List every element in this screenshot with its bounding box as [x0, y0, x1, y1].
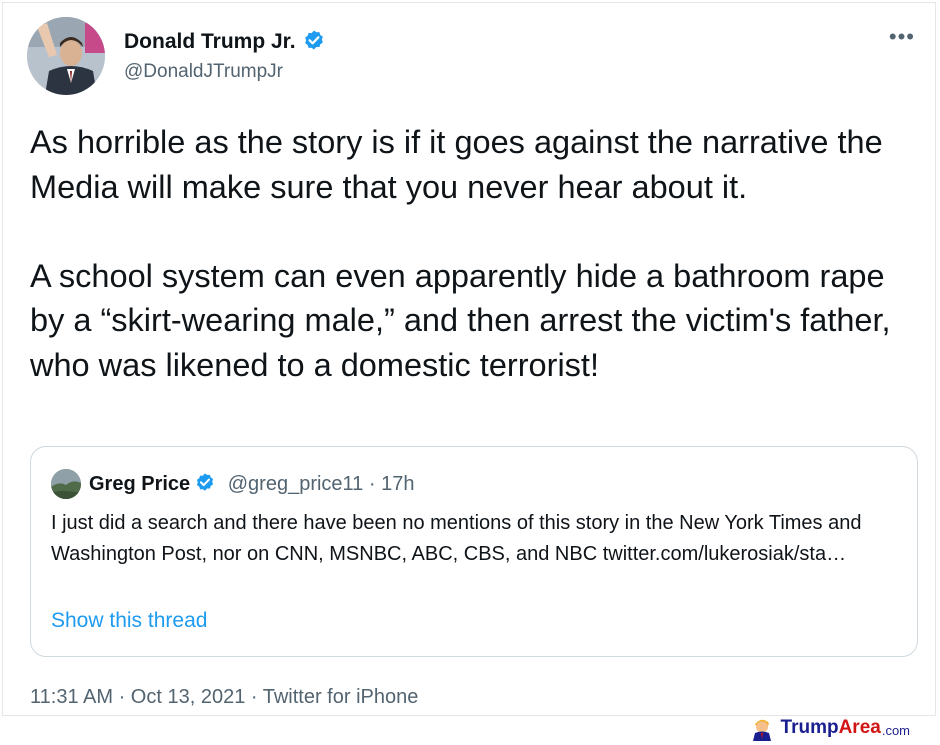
quoted-body: I just did a search and there have been …: [51, 512, 862, 565]
quoted-timestamp: 17h: [381, 473, 415, 495]
author-photo: [27, 17, 105, 95]
quoted-author-handle: @greg_price11: [227, 473, 364, 495]
quoted-author-avatar: [51, 469, 81, 499]
quoted-verified-badge-icon: [197, 473, 214, 491]
show-thread-link[interactable]: Show this thread: [51, 609, 207, 633]
watermark-trump: Trump: [780, 717, 839, 738]
verified-badge-icon: [304, 30, 323, 50]
author-name-row[interactable]: Donald Trump Jr.: [124, 29, 326, 54]
quoted-separator: ·: [368, 473, 376, 495]
tweet-text: As horrible as the story is if it goes a…: [30, 120, 920, 387]
author-avatar[interactable]: [27, 17, 105, 95]
watermark-com: .com: [881, 723, 910, 738]
watermark-logo: Trump Area .com: [749, 715, 910, 741]
quoted-tweet[interactable]: Greg Price @greg_price11 · 17h I just di…: [30, 446, 918, 657]
author-handle[interactable]: @DonaldJTrumpJr: [124, 61, 283, 83]
watermark-area: Area: [838, 717, 881, 738]
quoted-author-photo: [51, 469, 81, 499]
more-options-icon[interactable]: •••: [889, 26, 915, 48]
tweet-paragraph-2: A school system can even apparently hide…: [30, 257, 891, 383]
quoted-author-name: Greg Price: [89, 473, 191, 495]
quoted-header: Greg Price @greg_price11 · 17h: [89, 472, 414, 496]
tweet-metadata[interactable]: 11:31 AM · Oct 13, 2021 · Twitter for iP…: [30, 686, 418, 709]
tweet-card: Donald Trump Jr. @DonaldJTrumpJr ••• As …: [2, 2, 936, 716]
trump-figure-icon: [752, 719, 771, 741]
author-name[interactable]: Donald Trump Jr.: [124, 30, 296, 53]
tweet-paragraph-1: As horrible as the story is if it goes a…: [30, 124, 883, 205]
